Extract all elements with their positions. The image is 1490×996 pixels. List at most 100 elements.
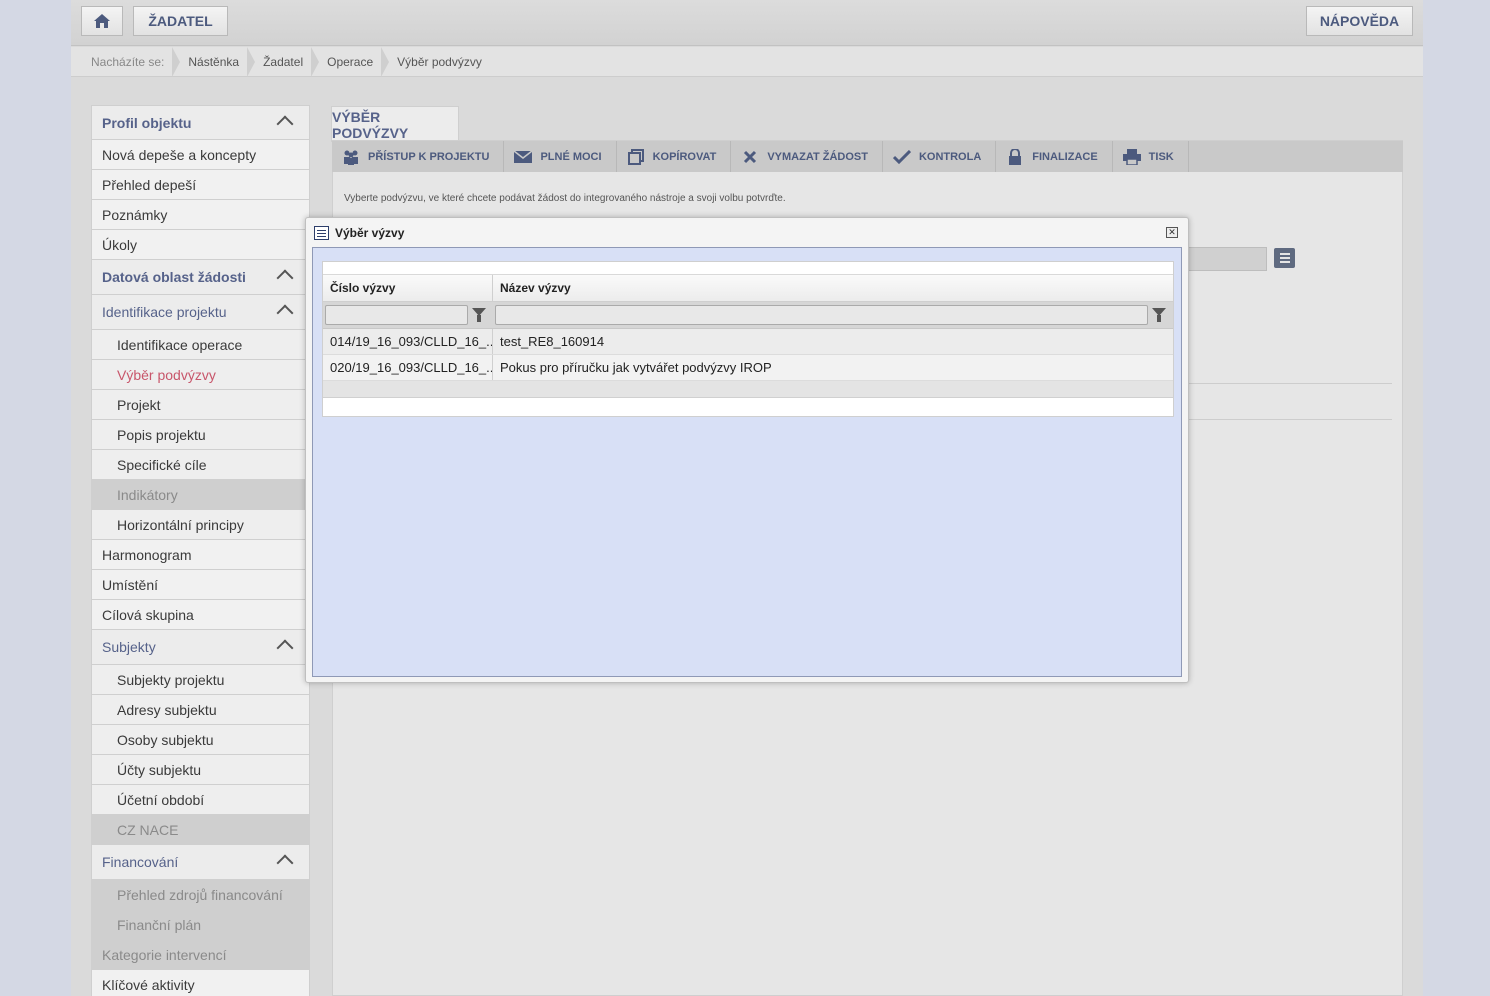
sidebar-item-harmonogram[interactable]: Harmonogram — [91, 540, 310, 570]
table-row[interactable]: 020/19_16_093/CLLD_16_... Pokus pro přír… — [323, 355, 1173, 381]
filter-cell-cislo — [323, 302, 493, 328]
access-project-button[interactable]: PŘÍSTUP K PROJEKTU — [332, 141, 505, 172]
sidebar-item-adresy-subjektu[interactable]: Adresy subjektu — [91, 695, 310, 725]
chevron-up-icon — [276, 269, 294, 287]
chevron-up-icon — [276, 639, 294, 657]
home-button[interactable] — [81, 6, 123, 36]
home-icon — [94, 14, 110, 28]
grid-toolbar — [323, 262, 1173, 275]
chevron-up-icon — [276, 115, 294, 133]
grid-footer — [323, 381, 1173, 398]
list-picker-button[interactable] — [1274, 248, 1295, 268]
sidebar-item-kategorie-intervenci: Kategorie intervencí — [91, 940, 310, 970]
print-button[interactable]: TISK — [1113, 141, 1189, 172]
filter-input-cislo[interactable] — [325, 305, 468, 325]
delete-request-label: VYMAZAT ŽÁDOST — [767, 150, 868, 163]
breadcrumb-item-nastenka[interactable]: Nástěnka — [172, 46, 249, 77]
chevron-up-icon — [276, 854, 294, 872]
copy-button[interactable]: KOPÍROVAT — [617, 141, 732, 172]
check-button[interactable]: KONTROLA — [883, 141, 997, 172]
calls-grid: Číslo výzvy Název výzvy 014/19_16_093/CL… — [322, 261, 1174, 417]
cell-nazev: test_RE8_160914 — [500, 334, 605, 349]
people-icon — [342, 149, 360, 165]
table-row[interactable]: 014/19_16_093/CLLD_16_... test_RE8_16091… — [323, 329, 1173, 355]
filter-cell-nazev — [493, 302, 1173, 328]
sidebar-section-datova-oblast[interactable]: Datová oblast žádosti — [91, 260, 310, 295]
filter-input-nazev[interactable] — [495, 305, 1148, 325]
sidebar-item-ucetni-obdobi[interactable]: Účetní období — [91, 785, 310, 815]
copy-label: KOPÍROVAT — [652, 150, 717, 163]
print-label: TISK — [1148, 150, 1174, 163]
sidebar: Profil objektu Nová depeše a koncepty Př… — [91, 105, 310, 996]
divider — [1188, 383, 1392, 384]
filter-icon[interactable] — [1152, 308, 1166, 322]
printer-icon — [1122, 148, 1141, 165]
sidebar-item-prehled-depesi[interactable]: Přehled depeší — [91, 170, 310, 200]
divider — [1188, 419, 1392, 420]
sidebar-item-label: Datová oblast žádosti — [102, 269, 246, 285]
sidebar-item-popis-projektu[interactable]: Popis projektu — [91, 420, 310, 450]
grid-filter-row — [323, 302, 1173, 329]
sidebar-item-cilova-skupina[interactable]: Cílová skupina — [91, 600, 310, 630]
sidebar-item-prehled-zdroju: Přehled zdrojů financování — [91, 880, 310, 910]
finalize-label: FINALIZACE — [1032, 150, 1098, 163]
sidebar-item-vyber-podvyzvy[interactable]: Výběr podvýzvy — [91, 360, 310, 390]
sidebar-item-indikatory: Indikátory — [91, 480, 310, 510]
sidebar-item-ucty-subjektu[interactable]: Účty subjektu — [91, 755, 310, 785]
finalize-button[interactable]: FINALIZACE — [996, 141, 1113, 172]
copy-icon — [627, 148, 645, 165]
grid-header: Číslo výzvy Název výzvy — [323, 275, 1173, 302]
sidebar-item-financni-plan: Finanční plán — [91, 910, 310, 940]
sidebar-item-ukoly[interactable]: Úkoly — [91, 230, 310, 260]
column-header-nazev[interactable]: Název výzvy — [493, 275, 1173, 301]
top-bar: ŽADATEL NÁPOVĚDA — [71, 0, 1423, 46]
sidebar-section-profil[interactable]: Profil objektu — [91, 105, 310, 140]
sidebar-item-label: Financování — [102, 854, 179, 870]
breadcrumb-item-operace[interactable]: Operace — [311, 46, 383, 77]
sidebar-item-cz-nace: CZ NACE — [91, 815, 310, 845]
delete-request-button[interactable]: VYMAZAT ŽÁDOST — [731, 141, 883, 172]
breadcrumb-item-zadatel[interactable]: Žadatel — [247, 46, 313, 77]
sidebar-item-projekt[interactable]: Projekt — [91, 390, 310, 420]
power-of-attorney-label: PLNÉ MOCI — [540, 150, 602, 163]
filter-icon[interactable] — [472, 308, 486, 322]
check-icon — [892, 149, 911, 165]
cell-cislo: 014/19_16_093/CLLD_16_... — [323, 329, 493, 354]
intro-text: Vyberte podvýzvu, ve které chcete podáva… — [344, 193, 786, 204]
sidebar-item-poznamky[interactable]: Poznámky — [91, 200, 310, 230]
access-project-label: PŘÍSTUP K PROJEKTU — [368, 150, 490, 163]
sidebar-section-financovani[interactable]: Financování — [91, 845, 310, 880]
sidebar-item-specificke-cile[interactable]: Specifické cíle — [91, 450, 310, 480]
toolbar: PŘÍSTUP K PROJEKTU PLNÉ MOCI KOPÍROVAT V… — [332, 141, 1403, 172]
close-button[interactable]: ✕ — [1166, 227, 1178, 238]
chevron-up-icon — [276, 304, 294, 322]
cell-cislo: 020/19_16_093/CLLD_16_... — [323, 355, 493, 380]
sidebar-item-identifikace-operace[interactable]: Identifikace operace — [91, 330, 310, 360]
sidebar-item-label: Identifikace projektu — [102, 304, 227, 320]
zadatel-button[interactable]: ŽADATEL — [133, 6, 228, 36]
breadcrumb-label: Nacházíte se: — [91, 54, 165, 69]
sidebar-item-horizontalni-principy[interactable]: Horizontální principy — [91, 510, 310, 540]
check-label: KONTROLA — [918, 150, 982, 163]
call-select-field[interactable] — [1188, 247, 1267, 271]
call-select-dialog: Výběr výzvy ✕ Číslo výzvy Název výzvy 01… — [305, 217, 1189, 683]
close-icon: ✕ — [1168, 227, 1176, 237]
delete-icon — [741, 149, 759, 165]
sidebar-item-nova-depese[interactable]: Nová depeše a koncepty — [91, 140, 310, 170]
help-button[interactable]: NÁPOVĚDA — [1306, 6, 1413, 36]
sidebar-item-subjekty-projektu[interactable]: Subjekty projektu — [91, 665, 310, 695]
breadcrumb: Nacházíte se: Nástěnka Žadatel Operace V… — [71, 46, 1423, 77]
sidebar-item-umisteni[interactable]: Umístění — [91, 570, 310, 600]
cell-nazev: Pokus pro příručku jak vytvářet podvýzvy… — [500, 360, 772, 375]
list-icon — [1279, 253, 1290, 255]
column-header-cislo[interactable]: Číslo výzvy — [323, 275, 493, 301]
sidebar-item-osoby-subjektu[interactable]: Osoby subjektu — [91, 725, 310, 755]
dialog-body: Číslo výzvy Název výzvy 014/19_16_093/CL… — [312, 247, 1182, 677]
lock-icon — [1006, 148, 1024, 165]
dialog-title: Výběr výzvy — [335, 226, 405, 240]
sidebar-section-identifikace-projektu[interactable]: Identifikace projektu — [91, 295, 310, 330]
sidebar-section-subjekty[interactable]: Subjekty — [91, 630, 310, 665]
sidebar-item-label: Subjekty — [102, 639, 156, 655]
power-of-attorney-button[interactable]: PLNÉ MOCI — [504, 141, 617, 172]
sidebar-item-klicove-aktivity[interactable]: Klíčové aktivity — [91, 970, 310, 996]
